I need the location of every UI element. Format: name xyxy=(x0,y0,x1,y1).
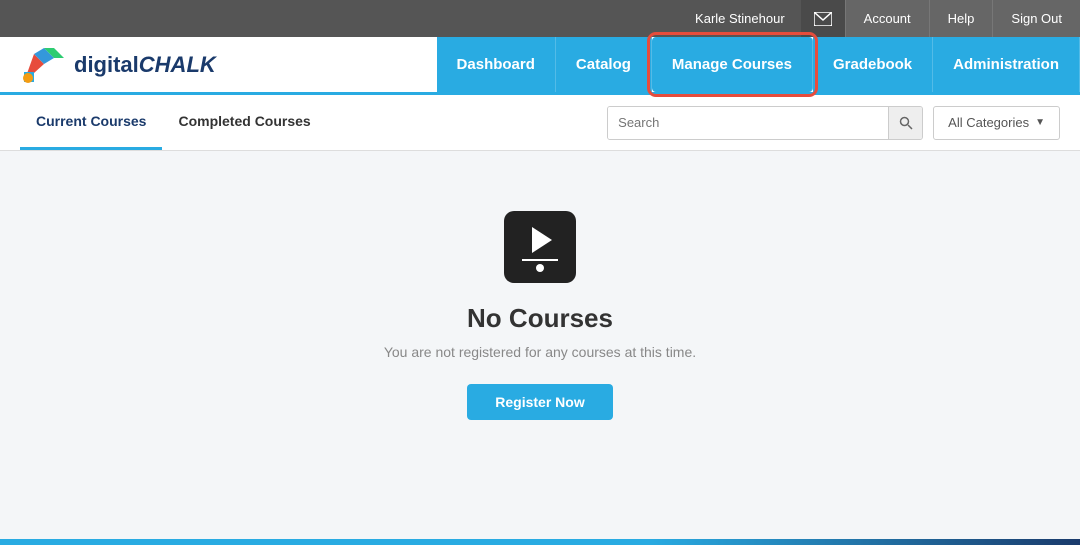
top-bar-actions: Account Help Sign Out xyxy=(801,0,1080,37)
search-icon xyxy=(899,116,913,130)
no-courses-title: No Courses xyxy=(467,303,613,334)
categories-dropdown[interactable]: All Categories ▼ xyxy=(933,106,1060,140)
chevron-down-icon: ▼ xyxy=(1035,117,1045,128)
logo-icon xyxy=(20,44,68,86)
register-now-button[interactable]: Register Now xyxy=(467,384,612,420)
nav-administration[interactable]: Administration xyxy=(933,37,1080,92)
no-courses-subtitle: You are not registered for any courses a… xyxy=(384,344,696,360)
sub-header: Current Courses Completed Courses All Ca… xyxy=(0,95,1080,151)
search-button[interactable] xyxy=(888,107,922,139)
tab-completed-courses[interactable]: Completed Courses xyxy=(162,95,326,150)
main-content: No Courses You are not registered for an… xyxy=(0,151,1080,539)
bottom-stripe xyxy=(0,539,1080,545)
account-link[interactable]: Account xyxy=(845,0,929,37)
search-input[interactable] xyxy=(608,107,888,139)
main-nav: Dashboard Catalog Manage Courses Gradebo… xyxy=(437,37,1080,92)
nav-dashboard[interactable]: Dashboard xyxy=(437,37,556,92)
nav-manage-courses[interactable]: Manage Courses xyxy=(652,37,813,92)
tab-current-courses[interactable]: Current Courses xyxy=(20,95,162,150)
signout-link[interactable]: Sign Out xyxy=(992,0,1080,37)
play-icon xyxy=(532,227,552,253)
nav-gradebook[interactable]: Gradebook xyxy=(813,37,933,92)
projector-dot xyxy=(536,264,544,272)
categories-label: All Categories xyxy=(948,115,1029,130)
logo-text: digitalCHALK xyxy=(74,52,216,78)
video-player-icon xyxy=(504,211,576,283)
search-wrapper xyxy=(607,106,923,140)
username: Karle Stinehour xyxy=(695,11,801,26)
mail-icon xyxy=(814,12,832,26)
top-bar: Karle Stinehour Account Help Sign Out xyxy=(0,0,1080,37)
nav-catalog[interactable]: Catalog xyxy=(556,37,652,92)
search-area: All Categories ▼ xyxy=(607,106,1060,140)
logo: digitalCHALK xyxy=(20,44,216,86)
projector-line xyxy=(522,259,558,261)
mail-button[interactable] xyxy=(801,0,845,37)
help-link[interactable]: Help xyxy=(929,0,993,37)
header: digitalCHALK Dashboard Catalog Manage Co… xyxy=(0,37,1080,95)
sub-tabs: Current Courses Completed Courses xyxy=(20,95,327,150)
